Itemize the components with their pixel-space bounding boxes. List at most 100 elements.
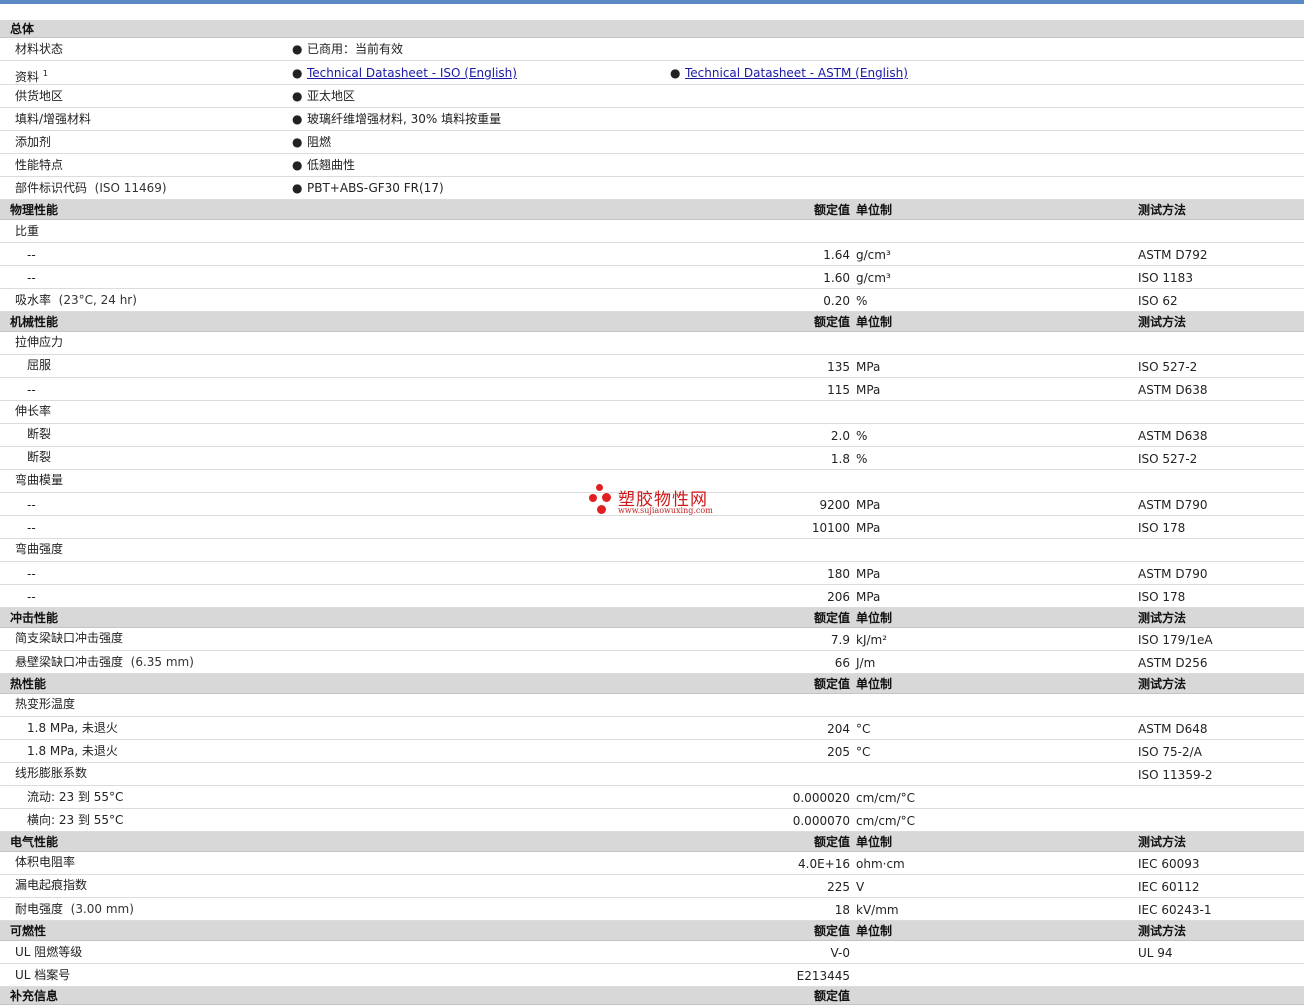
section-title: 补充信息	[10, 989, 59, 1003]
bullet-icon: ●	[292, 42, 303, 56]
site-watermark: 塑胶物性网 www.sujiaowuxing.com	[588, 484, 728, 520]
nominal-value: 7.9	[830, 633, 850, 647]
row-ul-file-number: UL 档案号 E213445	[0, 964, 1304, 987]
unit: V	[856, 880, 865, 894]
iso-datasheet-link[interactable]: Technical Datasheet - ISO (English)	[307, 61, 517, 86]
unit: cm/cm/°C	[856, 814, 916, 828]
property-label: 比重	[15, 224, 40, 238]
test-method: ASTM D790	[1138, 498, 1208, 512]
property-label: 伸长率	[15, 404, 52, 418]
bullet-icon: ●	[292, 181, 303, 195]
column-header-unit: 单位制	[856, 203, 893, 217]
test-method: ISO 527-2	[1138, 360, 1198, 374]
unit: J/m	[856, 656, 876, 670]
property-label: 线形膨胀系数	[15, 766, 88, 780]
section-title: 热性能	[10, 677, 47, 691]
section-header-impact: 冲击性能 额定值 单位制 测试方法	[0, 608, 1304, 628]
row-tensile-astm: -- 115 MPa ASTM D638	[0, 378, 1304, 401]
test-method: ISO 75-2/A	[1138, 745, 1202, 759]
column-header-value: 额定值	[813, 203, 850, 217]
row-elongation: 伸长率	[0, 401, 1304, 424]
nominal-value: E213445	[796, 969, 850, 983]
test-method: ISO 527-2	[1138, 452, 1198, 466]
test-method: ASTM D792	[1138, 248, 1208, 262]
row-water-absorption: 吸水率 (23°C, 24 hr) 0.20 % ISO 62	[0, 289, 1304, 312]
test-method: IEC 60243-1	[1138, 903, 1212, 917]
nominal-value: 205	[827, 745, 850, 759]
column-header-value: 额定值	[813, 924, 850, 938]
column-header-test: 测试方法	[1138, 203, 1187, 217]
row-clte: 线形膨胀系数 ISO 11359-2	[0, 763, 1304, 786]
watermark-dot-icon	[597, 505, 606, 514]
property-label: 漏电起痕指数	[15, 878, 88, 892]
section-title: 冲击性能	[10, 611, 59, 625]
nominal-value: 1.64	[823, 248, 850, 262]
condition-note: (23°C, 24 hr)	[58, 293, 137, 307]
property-label: 体积电阻率	[15, 855, 76, 869]
astm-datasheet-link[interactable]: Technical Datasheet - ASTM (English)	[685, 61, 908, 86]
bullet-icon: ●	[292, 89, 303, 103]
property-label: 供货地区	[15, 89, 64, 103]
row-ul-flame-rating: UL 阻燃等级 V-0 UL 94	[0, 941, 1304, 964]
column-header-test: 测试方法	[1138, 677, 1187, 691]
test-method: ISO 11359-2	[1138, 768, 1213, 782]
nominal-value: 2.0	[830, 429, 850, 443]
unit: cm/cm/°C	[856, 791, 916, 805]
row-additive: 添加剂 ● 阻燃	[0, 131, 1304, 154]
row-charpy-notched: 简支梁缺口冲击强度 7.9 kJ/m² ISO 179/1eA	[0, 628, 1304, 651]
test-method: ISO 62	[1138, 294, 1178, 308]
property-value: 亚太地区	[307, 89, 356, 103]
bullet-icon: ●	[292, 66, 303, 80]
top-accent-bar	[0, 0, 1304, 4]
unit: %	[856, 429, 868, 443]
property-label: 弯曲模量	[15, 473, 64, 487]
bullet-icon: ●	[292, 158, 303, 172]
column-header-test: 测试方法	[1138, 611, 1187, 625]
condition-label: --	[27, 567, 36, 581]
watermark-dot-icon	[589, 494, 597, 502]
row-specific-gravity-astm: -- 1.64 g/cm³ ASTM D792	[0, 243, 1304, 266]
section-header-thermal: 热性能 额定值 单位制 测试方法	[0, 674, 1304, 694]
footnote-marker: 1	[42, 69, 48, 78]
column-header-unit: 单位制	[856, 611, 893, 625]
row-documents: 资料 1 ● Technical Datasheet - ISO (Englis…	[0, 61, 1304, 85]
property-label: 弯曲强度	[15, 542, 64, 556]
nominal-value: 0.000070	[792, 814, 850, 828]
nominal-value: 66	[834, 656, 850, 670]
watermark-dot-icon	[596, 484, 603, 491]
column-header-value: 额定值	[813, 315, 850, 329]
row-dielectric-strength: 耐电强度 (3.00 mm) 18 kV/mm IEC 60243-1	[0, 898, 1304, 921]
property-label: 性能特点	[15, 158, 64, 172]
property-value: 阻燃	[307, 135, 332, 149]
nominal-value: V-0	[830, 946, 850, 960]
test-method: ISO 178	[1138, 521, 1186, 535]
section-header-general: 总体	[0, 20, 1304, 38]
test-method: IEC 60112	[1138, 880, 1200, 894]
test-method: ASTM D256	[1138, 656, 1208, 670]
property-value: 低翘曲性	[307, 158, 356, 172]
row-hdt-astm: 1.8 MPa, 未退火 204 °C ASTM D648	[0, 717, 1304, 740]
row-features: 性能特点 ● 低翘曲性	[0, 154, 1304, 177]
condition-note: (3.00 mm)	[70, 902, 134, 916]
nominal-value: 115	[827, 383, 850, 397]
property-label: 吸水率 (23°C, 24 hr)	[15, 293, 137, 307]
column-header-unit: 单位制	[856, 315, 893, 329]
nominal-value: 0.000020	[792, 791, 850, 805]
property-label: 材料状态	[15, 42, 64, 56]
unit: kJ/m²	[856, 633, 888, 647]
column-header-unit: 单位制	[856, 677, 893, 691]
unit: g/cm³	[856, 271, 891, 285]
row-region: 供货地区 ● 亚太地区	[0, 85, 1304, 108]
unit: kV/mm	[856, 903, 899, 917]
property-label: 热变形温度	[15, 697, 76, 711]
condition-note: (ISO 11469)	[94, 181, 167, 195]
condition-label: 屈服	[27, 358, 52, 372]
column-header-value: 额定值	[813, 835, 850, 849]
nominal-value: 1.8	[830, 452, 850, 466]
column-header-test: 测试方法	[1138, 835, 1187, 849]
section-title: 可燃性	[10, 924, 47, 938]
test-method: ISO 178	[1138, 590, 1186, 604]
column-header-value: 额定值	[813, 989, 850, 1003]
property-label: UL 档案号	[15, 968, 71, 982]
condition-label: --	[27, 248, 36, 262]
